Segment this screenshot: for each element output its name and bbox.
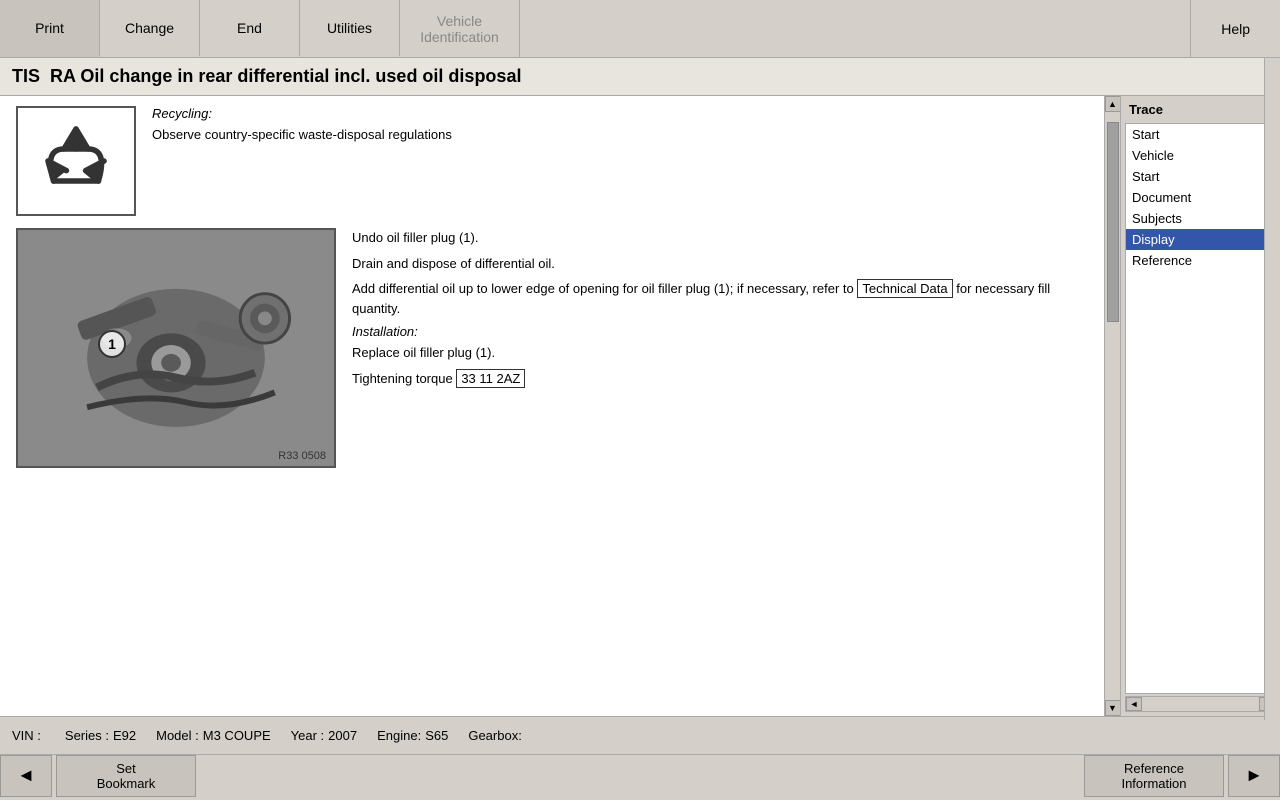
instruction2-text: Drain and dispose of differential oil.	[352, 254, 1088, 274]
trace-item-start1[interactable]: Start	[1126, 124, 1275, 145]
installation-label: Installation:	[352, 324, 1088, 339]
set-bookmark-line2: Bookmark	[97, 776, 156, 791]
engine-label: Engine:	[377, 728, 421, 743]
status-bar: VIN : Series : E92 Model : M3 COUPE Year…	[0, 716, 1280, 754]
photo-svg	[18, 228, 334, 468]
trace-panel: Trace Start Vehicle Start Document Subje…	[1120, 96, 1280, 716]
ref-info-line2: Information	[1121, 776, 1186, 791]
trace-item-reference[interactable]: Reference	[1126, 250, 1275, 271]
tightening-prefix: Tightening torque	[352, 371, 456, 386]
back-button[interactable]: ◄	[0, 755, 52, 797]
model-field: Model : M3 COUPE	[156, 728, 271, 743]
print-button[interactable]: Print	[0, 0, 100, 57]
series-value: E92	[113, 728, 136, 743]
instruction3-text: Add differential oil up to lower edge of…	[352, 279, 1088, 318]
trace-scroll-left[interactable]: ◄	[1126, 697, 1142, 711]
year-value: 2007	[328, 728, 357, 743]
tightening-text: Tightening torque 33 11 2AZ	[352, 369, 1088, 389]
installation1-text: Replace oil filler plug (1).	[352, 343, 1088, 363]
photo-number-badge: 1	[98, 330, 126, 358]
trace-item-display[interactable]: Display	[1126, 229, 1275, 250]
recycling-text-area: Recycling: Observe country-specific wast…	[152, 106, 452, 151]
set-bookmark-line1: Set	[116, 761, 136, 776]
recycling-section: Recycling: Observe country-specific wast…	[16, 106, 1088, 216]
scroll-track[interactable]	[1106, 112, 1120, 700]
main-area: Recycling: Observe country-specific wast…	[0, 96, 1280, 716]
toolbar-spacer	[520, 0, 1190, 57]
instructions-section: 1 R33 0508 Undo oil filler plug (1). Dra…	[16, 228, 1088, 468]
page-title: RA Oil change in rear differential incl.…	[50, 66, 521, 87]
year-field: Year : 2007	[291, 728, 357, 743]
recycle-icon	[36, 121, 116, 201]
scroll-up-arrow[interactable]: ▲	[1105, 96, 1121, 112]
vehicle-id-button[interactable]: Vehicle Identification	[400, 0, 520, 57]
trace-item-vehicle[interactable]: Vehicle	[1126, 145, 1275, 166]
trace-header: Trace	[1121, 96, 1280, 123]
recycle-icon-box	[16, 106, 136, 216]
content-scrollbar[interactable]: ▲ ▼	[1104, 96, 1120, 716]
reference-info-button[interactable]: Reference Information	[1084, 755, 1224, 797]
set-bookmark-button[interactable]: Set Bookmark	[56, 755, 196, 797]
tightening-link[interactable]: 33 11 2AZ	[456, 369, 525, 388]
forward-button[interactable]: ►	[1228, 755, 1280, 797]
model-value: M3 COUPE	[203, 728, 271, 743]
year-label: Year :	[291, 728, 325, 743]
ref-info-line1: Reference	[1124, 761, 1184, 776]
trace-scroll-right[interactable]: ►	[1259, 697, 1275, 711]
series-field: Series : E92	[65, 728, 136, 743]
photo-code-label: R33 0508	[278, 450, 326, 462]
vin-label: VIN :	[12, 728, 41, 743]
instruction1-text: Undo oil filler plug (1).	[352, 228, 1088, 248]
gearbox-label: Gearbox:	[468, 728, 521, 743]
vin-field: VIN :	[12, 728, 45, 743]
trace-item-start2[interactable]: Start	[1126, 166, 1275, 187]
trace-item-document[interactable]: Document	[1126, 187, 1275, 208]
bottom-bar: ◄ Set Bookmark Reference Information ►	[0, 754, 1280, 796]
recycling-label: Recycling:	[152, 106, 452, 121]
tis-label: TIS	[12, 66, 40, 87]
engine-field: Engine: S65	[377, 728, 448, 743]
trace-hscroll-track	[1142, 697, 1259, 711]
utilities-button[interactable]: Utilities	[300, 0, 400, 57]
trace-item-subjects[interactable]: Subjects	[1126, 208, 1275, 229]
technical-data-link[interactable]: Technical Data	[857, 279, 952, 298]
differential-photo: 1 R33 0508	[16, 228, 336, 468]
series-label: Series :	[65, 728, 109, 743]
scroll-down-arrow[interactable]: ▼	[1105, 700, 1121, 716]
toolbar: Print Change End Utilities Vehicle Ident…	[0, 0, 1280, 58]
end-button[interactable]: End	[200, 0, 300, 57]
instructions-text-area: Undo oil filler plug (1). Drain and disp…	[352, 228, 1088, 394]
recycling-text: Observe country-specific waste-disposal …	[152, 125, 452, 145]
model-label: Model :	[156, 728, 199, 743]
help-button[interactable]: Help	[1190, 0, 1280, 57]
scroll-thumb	[1107, 122, 1119, 322]
trace-list: Start Vehicle Start Document Subjects Di…	[1125, 123, 1276, 694]
engine-value: S65	[425, 728, 448, 743]
content-panel: Recycling: Observe country-specific wast…	[0, 96, 1104, 716]
gearbox-field: Gearbox:	[468, 728, 521, 743]
change-button[interactable]: Change	[100, 0, 200, 57]
trace-horizontal-scrollbar[interactable]: ◄ ►	[1125, 696, 1276, 712]
title-bar: TIS RA Oil change in rear differential i…	[0, 58, 1280, 96]
instruction3-prefix: Add differential oil up to lower edge of…	[352, 281, 857, 296]
